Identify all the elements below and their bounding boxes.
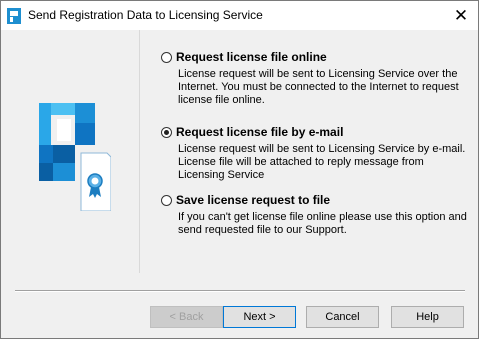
radio-email[interactable] xyxy=(161,126,172,138)
close-button[interactable]: ✕ xyxy=(444,1,478,30)
option-save-file: Save license request to file If you can'… xyxy=(161,192,471,237)
option-save-file-label[interactable]: Save license request to file xyxy=(176,193,330,207)
option-save-file-description: If you can't get license file online ple… xyxy=(178,211,467,236)
window-title: Send Registration Data to Licensing Serv… xyxy=(28,8,263,22)
option-email-label[interactable]: Request license file by e-mail xyxy=(176,125,343,139)
side-panel xyxy=(1,30,140,273)
cancel-button[interactable]: Cancel xyxy=(306,306,379,328)
title-bar: Send Registration Data to Licensing Serv… xyxy=(1,1,478,30)
help-button[interactable]: Help xyxy=(391,306,464,328)
dialog-client-area: Request license file online License requ… xyxy=(1,30,478,338)
radio-online[interactable] xyxy=(161,51,172,63)
app-icon xyxy=(7,8,21,24)
option-online: Request license file online License requ… xyxy=(161,49,471,107)
next-button[interactable]: Next > xyxy=(223,306,296,328)
option-online-description: License request will be sent to Licensin… xyxy=(178,68,459,106)
dialog-window: Send Registration Data to Licensing Serv… xyxy=(0,0,479,339)
back-button[interactable]: < Back xyxy=(150,306,223,328)
option-email-description: License request will be sent to Licensin… xyxy=(178,143,466,181)
close-icon: ✕ xyxy=(453,5,469,25)
button-separator xyxy=(15,290,465,292)
option-email: Request license file by e-mail License r… xyxy=(161,124,471,182)
license-logo-icon xyxy=(39,103,111,211)
options-panel: Request license file online License requ… xyxy=(141,30,478,273)
option-online-label[interactable]: Request license file online xyxy=(176,50,327,64)
radio-save-file[interactable] xyxy=(161,194,172,206)
